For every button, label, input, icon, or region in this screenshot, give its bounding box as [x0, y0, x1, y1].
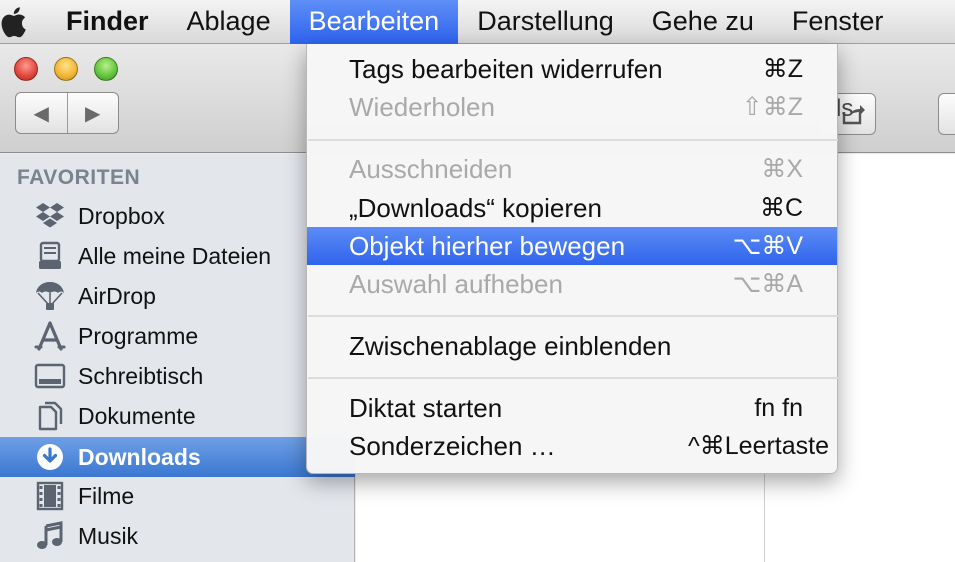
menu-item-show-clipboard[interactable]: Zwischenablage einblenden — [307, 327, 837, 365]
sidebar-item-musik[interactable]: Musik — [0, 517, 355, 555]
menu-item-shortcut: ⌘C — [759, 194, 803, 222]
music-icon — [32, 519, 68, 553]
zoom-button[interactable] — [94, 57, 118, 81]
menu-item-label: Diktat starten — [349, 392, 503, 423]
sidebar-item-label: Dropbox — [78, 202, 165, 229]
menu-item-label: „Downloads“ kopieren — [349, 192, 602, 223]
menu-item-shortcut: ⌘Z — [762, 55, 803, 83]
movies-icon — [32, 479, 68, 513]
menu-item-label: Objekt hierher bewegen — [349, 230, 626, 261]
sidebar-item-label: Dokumente — [78, 402, 196, 429]
menu-item-deselect[interactable]: Auswahl aufheben ⌥⌘A — [307, 265, 837, 303]
sidebar-item-label: Schreibtisch — [78, 362, 204, 389]
downloads-icon — [32, 440, 68, 474]
sidebar-item-programme[interactable]: Programme — [0, 317, 355, 355]
menu-item-copy[interactable]: „Downloads“ kopieren ⌘C — [307, 189, 837, 227]
menu-gehe-zu[interactable]: Gehe zu — [633, 0, 773, 44]
back-arrow-icon: ◀ — [33, 102, 49, 125]
sidebar-item-all-files[interactable]: Alle meine Dateien — [0, 237, 355, 275]
minimize-button[interactable] — [54, 57, 78, 81]
airdrop-icon — [32, 279, 68, 313]
menu-item-undo-tags[interactable]: Tags bearbeiten widerrufen ⌘Z — [307, 50, 837, 88]
sidebar-item-label: Filme — [78, 482, 135, 509]
menu-bar: Finder Ablage Bearbeiten Darstellung Geh… — [0, 0, 955, 44]
menu-item-special-characters[interactable]: Sonderzeichen … ^⌘Leertaste — [307, 427, 837, 465]
menu-ablage[interactable]: Ablage — [168, 0, 290, 44]
menu-separator — [308, 315, 838, 317]
forward-arrow-icon: ▶ — [85, 102, 101, 125]
menu-separator — [308, 377, 838, 379]
applications-icon — [32, 319, 68, 353]
menu-item-label: Wiederholen — [349, 91, 495, 122]
edit-menu-dropdown: Tags bearbeiten widerrufen ⌘Z Wiederhole… — [306, 44, 838, 474]
back-button[interactable]: ◀ — [16, 93, 67, 133]
sidebar-item-label: Downloads — [78, 443, 201, 470]
window-title: ls — [836, 95, 854, 122]
close-button[interactable] — [14, 57, 38, 81]
menu-item-shortcut: fn fn — [754, 393, 803, 422]
menu-item-label: Tags bearbeiten widerrufen — [349, 53, 663, 84]
menu-item-shortcut: ⌘X — [761, 155, 803, 183]
sidebar-heading: FAVORITEN — [17, 166, 141, 189]
menu-item-shortcut: ^⌘Leertaste — [688, 432, 829, 460]
apple-logo-icon — [1, 6, 26, 37]
apple-menu[interactable] — [0, 0, 44, 44]
menu-item-start-dictation[interactable]: Diktat starten fn fn — [307, 389, 837, 427]
all-files-icon — [32, 239, 68, 273]
sidebar-item-label: Programme — [78, 322, 199, 349]
menu-item-redo[interactable]: Wiederholen ⇧⌘Z — [307, 88, 837, 126]
menu-item-label: Ausschneiden — [349, 153, 513, 184]
toolbar-button[interactable] — [938, 93, 955, 135]
menu-darstellung[interactable]: Darstellung — [458, 0, 633, 44]
menu-fenster[interactable]: Fenster — [773, 0, 903, 44]
menu-finder[interactable]: Finder — [44, 0, 168, 44]
menu-item-label: Zwischenablage einblenden — [349, 330, 672, 361]
documents-icon — [32, 399, 68, 433]
menu-item-move-here[interactable]: Objekt hierher bewegen ⌥⌘V — [307, 227, 837, 265]
menu-item-label: Sonderzeichen … — [349, 430, 556, 461]
menu-separator — [308, 139, 838, 141]
forward-button[interactable]: ▶ — [66, 93, 119, 133]
sidebar-item-label: AirDrop — [78, 282, 156, 309]
sidebar-item-label: Musik — [78, 522, 139, 549]
menu-item-cut[interactable]: Ausschneiden ⌘X — [307, 150, 837, 188]
sidebar-item-dokumente[interactable]: Dokumente — [0, 397, 355, 435]
menu-item-shortcut: ⌥⌘V — [732, 232, 803, 260]
menu-bearbeiten[interactable]: Bearbeiten — [289, 0, 459, 44]
menu-item-shortcut: ⇧⌘Z — [741, 93, 803, 121]
sidebar-item-airdrop[interactable]: AirDrop — [0, 277, 355, 315]
desktop-icon — [32, 359, 68, 393]
navigation-buttons: ◀ ▶ — [15, 92, 119, 134]
sidebar: FAVORITEN Dropbox Alle meine Dateien Air… — [0, 154, 355, 562]
sidebar-item-label: Alle meine Dateien — [78, 242, 272, 269]
menu-item-label: Auswahl aufheben — [349, 268, 563, 299]
sidebar-item-downloads[interactable]: Downloads — [0, 437, 355, 477]
sidebar-item-filme[interactable]: Filme — [0, 477, 355, 515]
sidebar-item-schreibtisch[interactable]: Schreibtisch — [0, 357, 355, 395]
dropbox-icon — [32, 199, 68, 233]
sidebar-item-dropbox[interactable]: Dropbox — [0, 197, 355, 235]
menu-item-shortcut: ⌥⌘A — [732, 270, 803, 298]
